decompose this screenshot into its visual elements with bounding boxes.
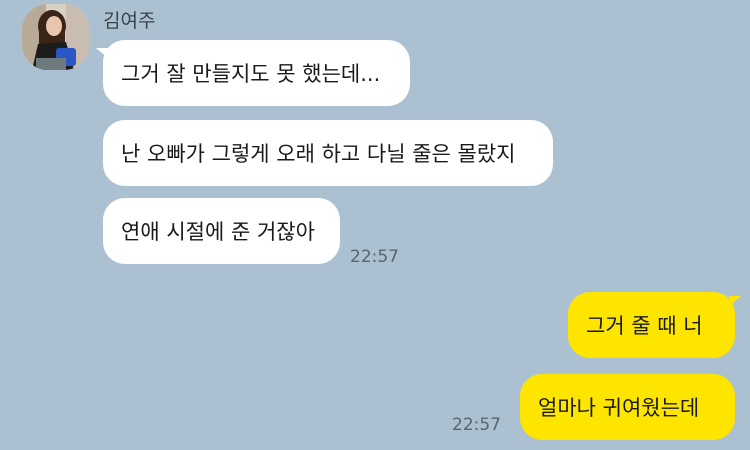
sender-avatar[interactable] <box>22 4 90 70</box>
message-text: 연애 시절에 준 거잖아 <box>121 220 315 244</box>
message-text: 얼마나 귀여웠는데 <box>538 396 700 420</box>
message-text: 난 오빠가 그렇게 오래 하고 다닐 줄은 몰랐지 <box>121 142 516 166</box>
outgoing-message-bubble[interactable]: 그거 줄 때 너 <box>568 292 735 358</box>
message-text: 그거 잘 만들지도 못 했는데... <box>121 62 381 86</box>
message-timestamp: 22:57 <box>452 415 501 435</box>
outgoing-message-bubble[interactable]: 얼마나 귀여웠는데 <box>520 374 735 440</box>
sender-name: 김여주 <box>103 10 156 32</box>
incoming-message-bubble[interactable]: 그거 잘 만들지도 못 했는데... <box>103 40 410 106</box>
profile-photo-icon <box>22 4 90 70</box>
message-text: 그거 줄 때 너 <box>586 314 703 338</box>
incoming-message-bubble[interactable]: 연애 시절에 준 거잖아 <box>103 198 340 264</box>
message-timestamp: 22:57 <box>350 247 399 267</box>
incoming-message-bubble[interactable]: 난 오빠가 그렇게 오래 하고 다닐 줄은 몰랐지 <box>103 120 553 186</box>
